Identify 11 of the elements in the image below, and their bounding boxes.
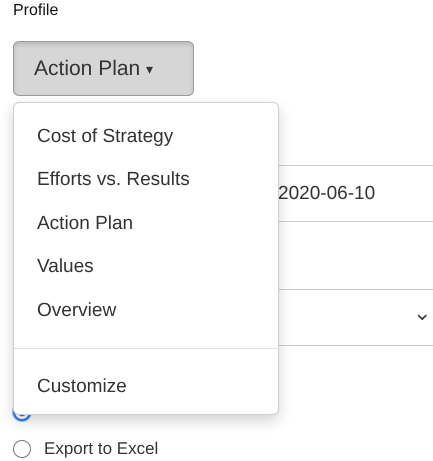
field-label: Profile (13, 1, 58, 21)
menu-item[interactable]: Cost of Strategy (14, 115, 278, 158)
menu-item[interactable]: Overview (14, 288, 278, 332)
radio-button[interactable] (13, 440, 31, 458)
profile-dropdown-button[interactable]: Action Plan ▾ (13, 41, 194, 96)
radio-label: Export to Excel (44, 439, 158, 459)
menu-item[interactable]: Values (14, 245, 278, 289)
chevron-icon: ⌄ (413, 302, 431, 324)
menu-item[interactable]: Customize (14, 364, 278, 408)
menu-item[interactable]: Action Plan (14, 202, 278, 246)
menu-item[interactable]: Efforts vs. Results (14, 158, 278, 202)
